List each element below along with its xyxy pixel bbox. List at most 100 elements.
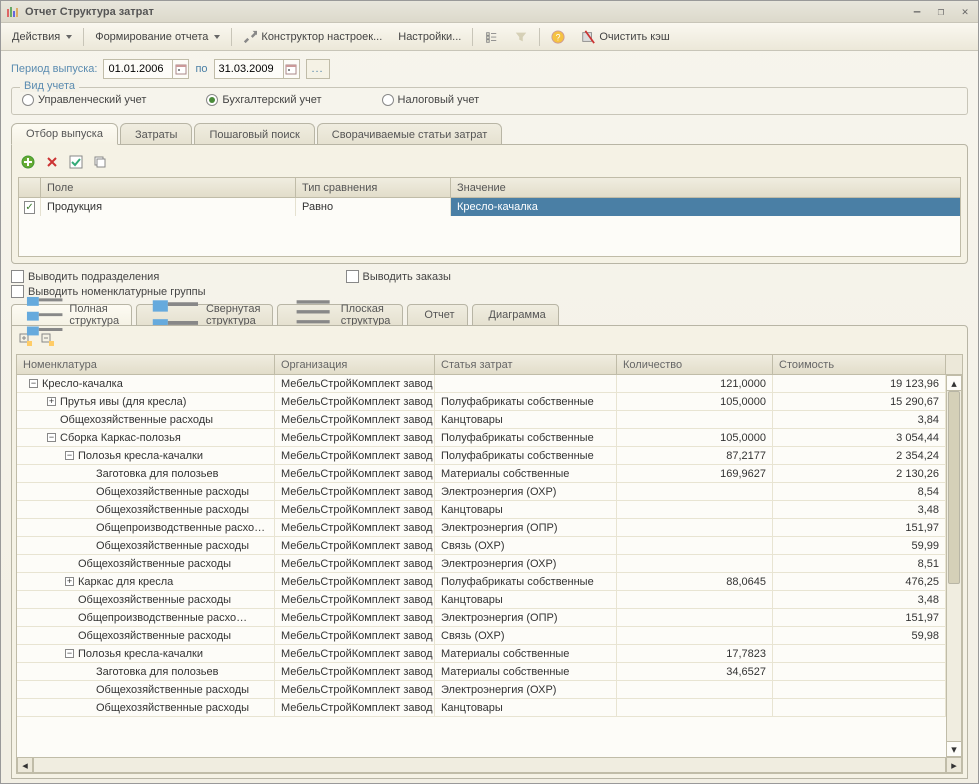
table-row[interactable]: Общехозяйственные расходыМебельСтройКомп…	[17, 537, 946, 555]
cell-nomenclature[interactable]: Заготовка для полозьев	[17, 465, 275, 482]
filter-header-value[interactable]: Значение	[451, 178, 960, 197]
cell-cost[interactable]: 59,98	[773, 627, 946, 644]
restore-button[interactable]: ❐	[932, 4, 950, 20]
cell-cost-item[interactable]: Полуфабрикаты собственные	[435, 393, 617, 410]
table-row[interactable]: Общехозяйственные расходыМебельСтройКомп…	[17, 699, 946, 717]
checkbox-icon[interactable]	[346, 270, 359, 283]
cell-cost-item[interactable]: Материалы собственные	[435, 645, 617, 662]
filter-button[interactable]	[507, 26, 535, 48]
cell-organization[interactable]: МебельСтройКомплект завод	[275, 393, 435, 410]
radio-bookkeeping[interactable]: Бухгалтерский учет	[206, 94, 321, 106]
cell-quantity[interactable]: 105,0000	[617, 393, 773, 410]
cell-cost[interactable]: 15 290,67	[773, 393, 946, 410]
cell-cost[interactable]: 151,97	[773, 609, 946, 626]
vertical-scrollbar[interactable]: ▴ ▾	[946, 375, 962, 757]
cell-cost[interactable]: 2 354,24	[773, 447, 946, 464]
cell-quantity[interactable]	[617, 519, 773, 536]
cell-nomenclature[interactable]: −Полозья кресла-качалки	[17, 447, 275, 464]
add-button[interactable]	[18, 152, 38, 172]
calendar-icon[interactable]	[283, 60, 299, 78]
table-row[interactable]: Общехозяйственные расходыМебельСтройКомп…	[17, 681, 946, 699]
settings-button[interactable]: Настройки...	[391, 26, 468, 48]
filter-row-field[interactable]: Продукция	[41, 198, 296, 216]
cell-cost[interactable]: 3 054,44	[773, 429, 946, 446]
cell-nomenclature[interactable]: +Каркас для кресла	[17, 573, 275, 590]
cell-organization[interactable]: МебельСтройКомплект завод	[275, 375, 435, 392]
table-row[interactable]: Общепроизводственные расхо…МебельСтройКо…	[17, 519, 946, 537]
cell-cost[interactable]	[773, 681, 946, 698]
cell-quantity[interactable]	[617, 699, 773, 716]
collapse-icon[interactable]: −	[65, 451, 74, 460]
sort-button[interactable]	[477, 26, 505, 48]
minimize-button[interactable]: —	[908, 4, 926, 20]
radio-management[interactable]: Управленческий учет	[22, 94, 146, 106]
cell-quantity[interactable]	[617, 483, 773, 500]
cell-quantity[interactable]: 169,9627	[617, 465, 773, 482]
cell-organization[interactable]: МебельСтройКомплект завод	[275, 537, 435, 554]
cell-cost[interactable]: 3,48	[773, 591, 946, 608]
cell-quantity[interactable]	[617, 555, 773, 572]
tab-costs[interactable]: Затраты	[120, 123, 193, 145]
check-orders[interactable]: Выводить заказы	[346, 270, 451, 283]
cell-nomenclature[interactable]: −Полозья кресла-качалки	[17, 645, 275, 662]
cell-organization[interactable]: МебельСтройКомплект завод	[275, 591, 435, 608]
scroll-right-icon[interactable]: ▸	[946, 757, 962, 773]
calendar-icon[interactable]	[172, 60, 188, 78]
cell-cost[interactable]: 476,25	[773, 573, 946, 590]
table-row[interactable]: Общепроизводственные расхо…МебельСтройКо…	[17, 609, 946, 627]
constructor-button[interactable]: Конструктор настроек...	[236, 26, 389, 48]
checkbox-icon[interactable]	[11, 270, 24, 283]
form-report-button[interactable]: Формирование отчета	[88, 26, 227, 48]
cell-quantity[interactable]: 34,6527	[617, 663, 773, 680]
cell-nomenclature[interactable]: Общехозяйственные расходы	[17, 555, 275, 572]
tab-search[interactable]: Пошаговый поиск	[194, 123, 314, 145]
tab-collapsed-structure[interactable]: Свернутая структура	[136, 304, 273, 326]
filter-row-value[interactable]: Кресло-качалка	[451, 198, 960, 216]
filter-header-comparison[interactable]: Тип сравнения	[296, 178, 451, 197]
cell-organization[interactable]: МебельСтройКомплект завод	[275, 681, 435, 698]
table-row[interactable]: Заготовка для полозьевМебельСтройКомплек…	[17, 465, 946, 483]
cell-cost[interactable]: 3,84	[773, 411, 946, 428]
cell-organization[interactable]: МебельСтройКомплект завод	[275, 555, 435, 572]
cell-cost-item[interactable]: Электроэнергия (ОПР)	[435, 609, 617, 626]
cell-nomenclature[interactable]: Общехозяйственные расходы	[17, 537, 275, 554]
scroll-thumb[interactable]	[948, 391, 960, 584]
cell-cost-item[interactable]: Электроэнергия (ОХР)	[435, 681, 617, 698]
cell-quantity[interactable]	[617, 681, 773, 698]
collapse-icon[interactable]: −	[65, 649, 74, 658]
cell-cost[interactable]	[773, 663, 946, 680]
cell-cost[interactable]: 19 123,96	[773, 375, 946, 392]
scroll-down-icon[interactable]: ▾	[946, 741, 962, 757]
expand-icon[interactable]: +	[47, 397, 56, 406]
table-row[interactable]: −Сборка Каркас-полозьяМебельСтройКомплек…	[17, 429, 946, 447]
cell-cost[interactable]: 8,54	[773, 483, 946, 500]
grid-header-organization[interactable]: Организация	[275, 355, 435, 374]
tab-chart[interactable]: Диаграмма	[472, 304, 559, 326]
date-to-input[interactable]	[215, 60, 283, 78]
cell-nomenclature[interactable]: Общехозяйственные расходы	[17, 411, 275, 428]
cell-cost[interactable]: 151,97	[773, 519, 946, 536]
table-row[interactable]: −Кресло-качалкаМебельСтройКомплект завод…	[17, 375, 946, 393]
cell-organization[interactable]: МебельСтройКомплект завод	[275, 519, 435, 536]
cell-organization[interactable]: МебельСтройКомплект завод	[275, 627, 435, 644]
cell-nomenclature[interactable]: Общехозяйственные расходы	[17, 699, 275, 716]
cell-quantity[interactable]: 105,0000	[617, 429, 773, 446]
cell-cost-item[interactable]: Электроэнергия (ОХР)	[435, 483, 617, 500]
cell-quantity[interactable]	[617, 591, 773, 608]
table-row[interactable]: +Каркас для креслаМебельСтройКомплект за…	[17, 573, 946, 591]
cell-cost[interactable]: 3,48	[773, 501, 946, 518]
cell-organization[interactable]: МебельСтройКомплект завод	[275, 447, 435, 464]
cell-cost-item[interactable]: Электроэнергия (ОХР)	[435, 555, 617, 572]
cell-quantity[interactable]: 17,7823	[617, 645, 773, 662]
cell-cost-item[interactable]: Канцтовары	[435, 699, 617, 716]
filter-row[interactable]: ✓ Продукция Равно Кресло-качалка	[19, 198, 960, 216]
cell-cost-item[interactable]: Канцтовары	[435, 501, 617, 518]
cell-organization[interactable]: МебельСтройКомплект завод	[275, 483, 435, 500]
cell-cost-item[interactable]: Связь (ОХР)	[435, 627, 617, 644]
table-row[interactable]: Заготовка для полозьевМебельСтройКомплек…	[17, 663, 946, 681]
tab-full-structure[interactable]: Полная структура	[11, 304, 132, 326]
tab-flat-structure[interactable]: Плоская структура	[277, 304, 403, 326]
cell-organization[interactable]: МебельСтройКомплект завод	[275, 699, 435, 716]
table-row[interactable]: −Полозья кресла-качалкиМебельСтройКомпле…	[17, 645, 946, 663]
grid-header-item[interactable]: Статья затрат	[435, 355, 617, 374]
